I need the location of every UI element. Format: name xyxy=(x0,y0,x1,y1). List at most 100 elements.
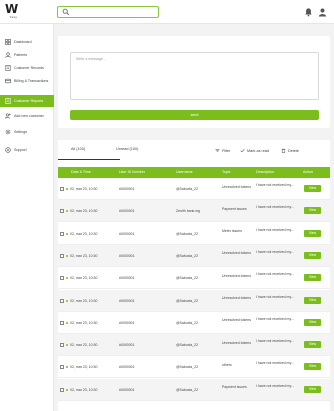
row-checkbox[interactable] xyxy=(60,320,64,325)
sidebar-item-label: Add new customer xyxy=(14,113,44,118)
status-dot xyxy=(66,254,68,257)
username-cell: @Sabuxla_22 xyxy=(176,231,199,236)
row-checkbox[interactable] xyxy=(60,298,64,303)
view-button[interactable]: View xyxy=(304,207,321,215)
topic-cell: others xyxy=(222,362,232,367)
dashboard-icon xyxy=(5,38,11,45)
topic-cell: Unresolved tokens xyxy=(222,251,251,256)
sidebar-item-add-customer[interactable]: Add new customer xyxy=(0,110,54,121)
sidebar-item-dashboard[interactable]: Dashboard xyxy=(0,36,54,47)
message-textarea[interactable]: Write a message... xyxy=(70,52,319,100)
description-cell: I have not received my... xyxy=(256,227,294,232)
reports-panel: All (100) Unread (100) Filter Mark as re… xyxy=(58,140,330,411)
sidebar-item-customer-records[interactable]: Customer Records xyxy=(0,62,54,73)
view-button[interactable]: View xyxy=(304,296,321,304)
mark-read-button[interactable]: Mark as read xyxy=(240,148,269,153)
sidebar-item-label: Support xyxy=(14,147,27,152)
topic-cell: Unresolved tokens xyxy=(222,340,251,345)
table-row[interactable]: 02, mar 23, 10:30 #0000001 @Sabuxla_22 Unre… xyxy=(58,311,330,334)
app-logo[interactable]: W bexy xyxy=(5,3,21,21)
check-icon xyxy=(240,148,245,153)
tab-unread[interactable]: Unread (100) xyxy=(116,147,138,151)
support-icon xyxy=(5,146,11,153)
table-header: Date & Time User ID Number Username Topi… xyxy=(58,167,330,178)
row-checkbox[interactable] xyxy=(60,253,64,258)
status-dot xyxy=(66,188,68,190)
topic-cell: Payment issues xyxy=(222,206,247,211)
date-time-cell: 02, mar 23, 10:30 xyxy=(70,320,98,325)
user-id-cell: #0000001 xyxy=(119,231,135,236)
view-button[interactable]: View xyxy=(304,341,321,349)
row-checkbox[interactable] xyxy=(60,365,64,370)
filter-label: Filter xyxy=(222,148,231,153)
active-tab-indicator xyxy=(58,159,120,160)
user-id-cell: #0000001 xyxy=(119,365,135,370)
tab-all[interactable]: All (100) xyxy=(71,147,85,151)
status-dot xyxy=(66,344,68,347)
date-time-cell: 02, mar 23, 10:30 xyxy=(70,365,98,370)
row-checkbox[interactable] xyxy=(60,276,64,281)
header-username: Username xyxy=(176,170,193,174)
mark-read-label: Mark as read xyxy=(247,148,270,153)
sidebar-item-settings[interactable]: Settings xyxy=(0,126,54,137)
search-input[interactable] xyxy=(57,6,159,18)
view-button[interactable]: View xyxy=(304,363,321,371)
view-button[interactable]: View xyxy=(304,229,321,237)
sidebar-item-patients[interactable]: Patients xyxy=(0,49,54,60)
username-cell: @Sabuxla_22 xyxy=(176,253,199,258)
row-checkbox[interactable] xyxy=(60,231,64,236)
sidebar-item-billing[interactable]: Billing & Transactions xyxy=(0,75,54,86)
topic-cell: Meter issues xyxy=(222,229,242,234)
date-time-cell: 02, mar 23, 10:30 xyxy=(70,209,98,214)
table-row[interactable]: 02, mar 23, 10:30 #0000001 @Sabuxla_22 Unre… xyxy=(58,178,330,200)
header-user-id: User ID Number xyxy=(119,170,145,174)
date-time-cell: 02, mar 23, 10:30 xyxy=(70,276,98,281)
table-row[interactable]: 02, mar 23, 10:30 #0000001 @Sabuxla_22 Paym… xyxy=(58,378,330,401)
date-time-cell: 02, mar 23, 10:30 xyxy=(70,253,98,258)
username-cell: @Sabuxla_22 xyxy=(176,276,199,281)
table-row[interactable]: 02, mar 23, 10:30 #0000001 @Sabuxla_22 Mete… xyxy=(58,222,330,245)
top-bar: W bexy xyxy=(0,0,334,24)
row-checkbox[interactable] xyxy=(60,387,64,392)
filter-icon xyxy=(215,149,220,152)
avatar[interactable] xyxy=(318,7,327,17)
view-button[interactable]: View xyxy=(304,185,321,192)
user-id-cell: #0000001 xyxy=(119,253,135,258)
topic-cell: Payment issues xyxy=(222,385,247,390)
bell-icon[interactable] xyxy=(304,7,313,17)
billing-icon xyxy=(5,78,11,83)
view-button[interactable]: View xyxy=(304,385,321,393)
table-row[interactable]: 02, mar 23, 10:30 #0000001 @Sabuxla_22 Unre… xyxy=(58,289,330,312)
add-user-icon xyxy=(5,112,11,119)
view-button[interactable]: View xyxy=(304,318,321,326)
view-button[interactable]: View xyxy=(304,251,321,259)
row-checkbox[interactable] xyxy=(60,187,64,191)
sidebar-item-support[interactable]: Support xyxy=(0,144,54,155)
sidebar-item-label: Dashboard xyxy=(14,39,32,44)
status-dot xyxy=(66,232,68,235)
sidebar-item-customer-reports[interactable]: Customer Reports xyxy=(0,95,54,107)
date-time-cell: 02, mar 23, 10:30 xyxy=(70,298,98,303)
header-description: Description xyxy=(256,170,274,174)
sidebar-item-label: Billing & Transactions xyxy=(14,78,49,83)
view-button[interactable]: View xyxy=(304,274,321,282)
delete-button[interactable]: Delete xyxy=(281,148,299,153)
delete-label: Delete xyxy=(288,148,299,153)
user-id-cell: #0000001 xyxy=(119,298,135,303)
table-row[interactable]: 02, mar 23, 10:30 #0000001 @Sabuxla_22 Unre… xyxy=(58,267,330,290)
header-action: Action xyxy=(303,170,313,174)
table-row[interactable]: 02, mar 23, 10:30 #0000001 @Sabuxla_22 Unre… xyxy=(58,244,330,267)
sidebar-item-label: Customer Reports xyxy=(14,99,44,103)
description-cell: I have not received my... xyxy=(256,383,294,388)
filter-button[interactable]: Filter xyxy=(215,148,230,153)
user-id-cell: #0000001 xyxy=(119,209,135,214)
status-dot xyxy=(66,321,68,324)
row-checkbox[interactable] xyxy=(60,209,64,214)
table-row[interactable]: 02, mar 23, 10:30 #0000001 Zenith bank.mg P… xyxy=(58,200,330,223)
table-row[interactable]: 02, mar 23, 10:30 #0000001 @Sabuxla_22 Unre… xyxy=(58,334,330,357)
table-row[interactable]: 02, mar 23, 10:30 #0000001 @Sabuxla_22 othe… xyxy=(58,356,330,379)
status-dot xyxy=(66,388,68,391)
row-checkbox[interactable] xyxy=(60,343,64,348)
status-dot xyxy=(66,277,68,280)
send-button[interactable]: send xyxy=(70,110,319,120)
